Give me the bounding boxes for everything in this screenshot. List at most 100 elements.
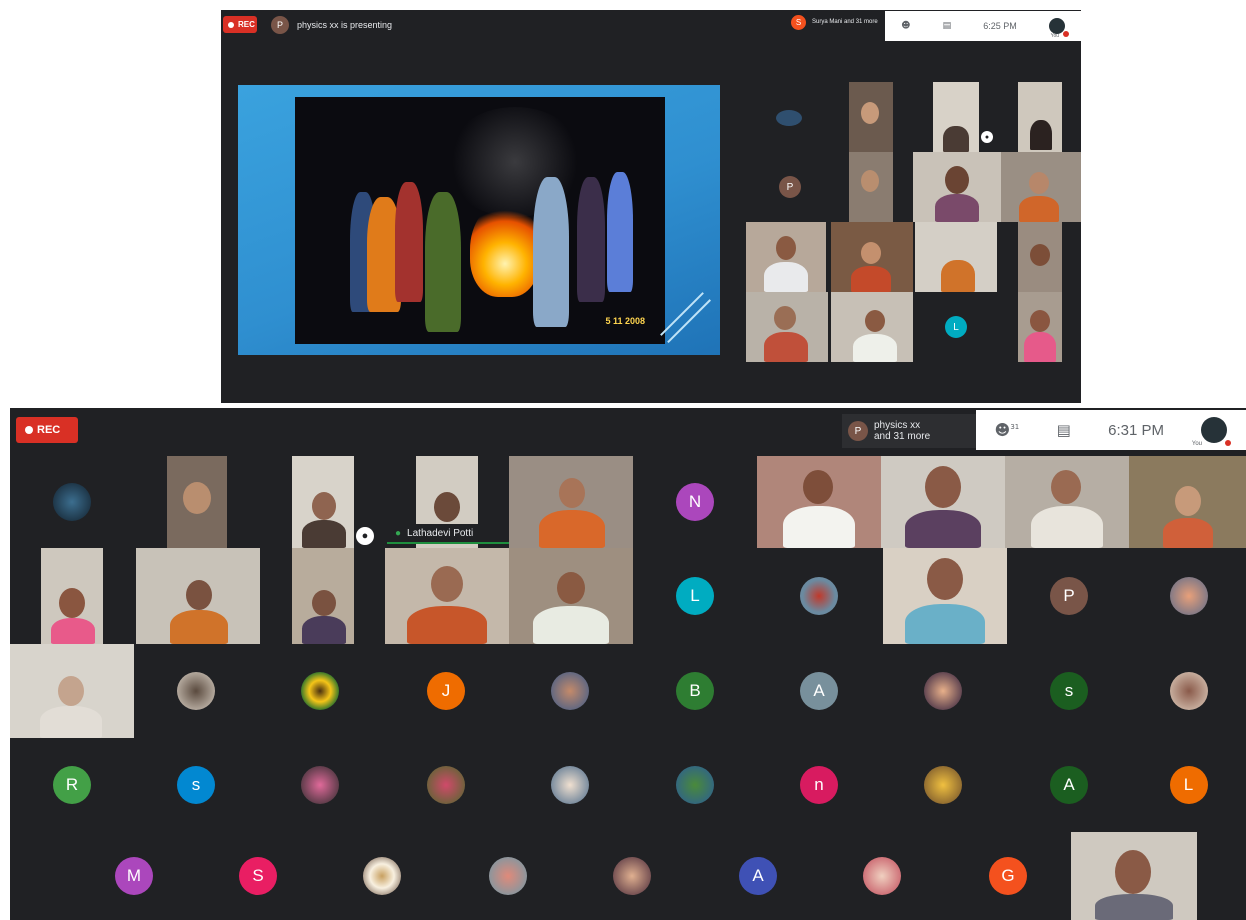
participant-avatar: s: [1050, 672, 1088, 710]
you-label: You: [1191, 441, 1202, 447]
participant-face: [58, 676, 84, 706]
participant-tile: [831, 292, 913, 362]
mic-icon: ●: [395, 527, 402, 539]
participant-avatar: A: [800, 672, 838, 710]
slide-person: [577, 177, 605, 302]
active-speaker-chip: P physics xx and 31 more: [842, 414, 976, 448]
active-speaker-chip: S Surya Mani and 31 more: [791, 15, 878, 30]
pin-icon[interactable]: ●: [356, 527, 374, 545]
participant-body: [905, 510, 981, 548]
participant-face: [1030, 244, 1050, 266]
participant-avatar: P: [1050, 577, 1088, 615]
participant-tile: n: [757, 738, 881, 832]
participant-tile: [746, 292, 828, 362]
speaker-more: and 31 more: [874, 431, 931, 442]
participant-tile: [1001, 152, 1081, 222]
participant-avatar: N: [676, 483, 714, 521]
people-icon[interactable]: ☻31: [995, 421, 1020, 439]
participant-tile: [881, 644, 1005, 738]
participant-tile: [292, 456, 354, 548]
participant-body: [51, 618, 95, 644]
recording-badge: REC: [16, 417, 78, 443]
participant-avatar: G: [989, 857, 1027, 895]
speaker-avatar: P: [848, 421, 868, 441]
participant-body: [1031, 506, 1103, 548]
pin-icon[interactable]: ●: [981, 131, 993, 143]
clock: 6:25 PM: [983, 21, 1017, 31]
participant-tile: [1005, 456, 1129, 548]
participant-tile: [881, 738, 1005, 832]
self-avatar[interactable]: [1201, 417, 1232, 446]
participant-tile: [1071, 832, 1197, 920]
chat-icon[interactable]: ▤: [943, 21, 952, 31]
participant-tile: [258, 644, 382, 738]
participant-face: [861, 102, 879, 124]
profile-photo: [1169, 672, 1208, 710]
you-label: You: [1050, 33, 1059, 39]
participant-body: [935, 194, 979, 222]
participant-tile: A: [1007, 738, 1131, 832]
participant-tile: [292, 548, 354, 644]
participant-tile: L: [915, 292, 997, 362]
participant-tile: [384, 738, 508, 832]
participant-avatar: L: [1169, 766, 1208, 804]
participant-face: [59, 588, 85, 618]
participant-tile: N: [633, 456, 757, 548]
participant-face: [927, 558, 963, 600]
participant-tile: [10, 644, 134, 738]
profile-photo: [800, 577, 838, 615]
participant-face: [925, 466, 961, 508]
participant-tile: A: [757, 644, 881, 738]
participant-body: [851, 266, 891, 292]
participant-tile: [633, 738, 757, 832]
profile-photo: [676, 766, 714, 804]
participant-face: [557, 572, 585, 604]
participant-tile: [1018, 292, 1062, 362]
rec-label: REC: [37, 424, 61, 436]
photo-date-stamp: 5 11 2008: [605, 316, 645, 326]
participant-avatar: S: [239, 857, 277, 895]
participant-avatar: s: [177, 766, 215, 804]
presenting-indicator: P physics xx is presenting: [271, 16, 392, 34]
profile-photo: [1169, 577, 1208, 615]
participant-body: [1163, 518, 1213, 548]
participant-avatar: B: [676, 672, 714, 710]
participant-body: [783, 506, 855, 548]
participant-face: [183, 482, 211, 514]
participant-avatar: L: [945, 316, 967, 338]
participant-tile: [820, 832, 944, 920]
self-avatar[interactable]: [1048, 18, 1069, 37]
speaker-text: Surya Mani and 31 more: [812, 19, 878, 26]
meet-top-toolbar: ☻ ▤ 6:25 PM You: [885, 11, 1081, 41]
participant-face: [559, 478, 585, 508]
participant-tile: s: [134, 738, 258, 832]
profile-photo: [301, 672, 339, 710]
participant-tile: [258, 738, 382, 832]
chat-icon[interactable]: ▤: [1057, 421, 1071, 439]
participant-body: [941, 260, 975, 292]
presenter-avatar: P: [271, 16, 289, 34]
participant-tile: J: [384, 644, 508, 738]
speaking-name-tag: ● Lathadevi Potti: [387, 524, 509, 544]
profile-photo: [53, 483, 91, 521]
profile-photo: [363, 857, 401, 895]
participant-body: [764, 332, 808, 362]
slide-person: [607, 172, 633, 292]
participant-body: [764, 262, 808, 292]
profile-photo: [924, 672, 962, 710]
participant-body: [1024, 332, 1056, 362]
people-icon[interactable]: ☻: [901, 21, 910, 31]
participant-body: [1019, 196, 1059, 222]
slide-person: [533, 177, 569, 327]
slide-person: [395, 182, 423, 302]
participant-tile: B: [633, 644, 757, 738]
participant-face: [1115, 850, 1151, 894]
participant-tile: [446, 832, 570, 920]
participant-face: [1175, 486, 1201, 516]
participant-tile: [1131, 548, 1246, 644]
participant-face: [434, 492, 460, 522]
participant-tile: [508, 644, 632, 738]
people-count: 31: [1010, 423, 1020, 431]
meet-screenshot-presenting: REC P physics xx is presenting S Surya M…: [221, 10, 1081, 403]
participant-avatar: R: [53, 766, 91, 804]
